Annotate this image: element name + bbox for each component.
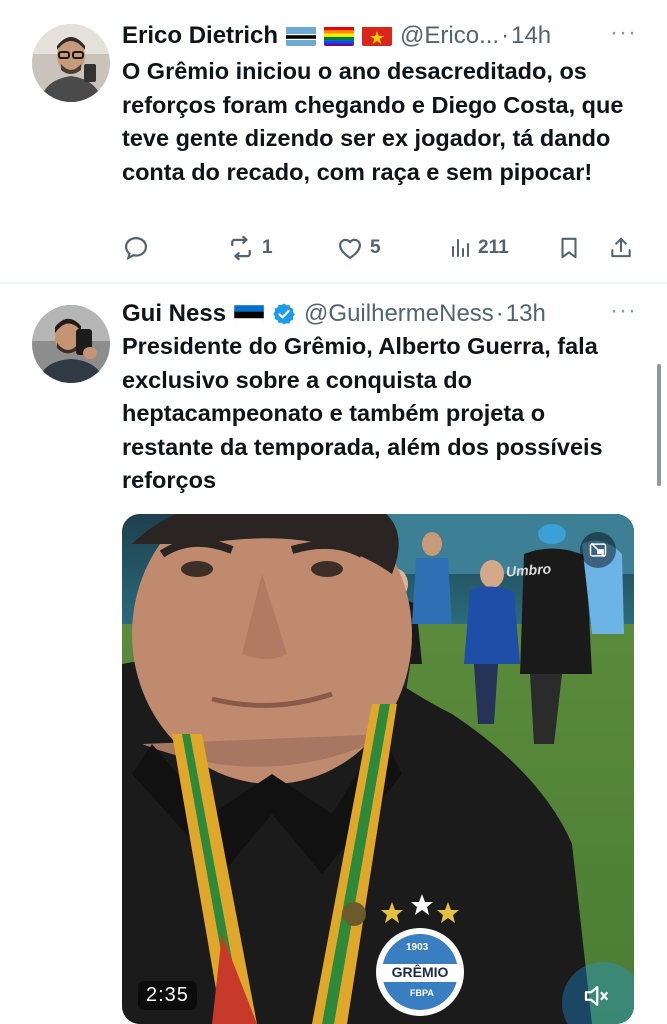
action-bar: 1 5 211 bbox=[122, 228, 637, 268]
tweet-1[interactable]: Erico Dietrich @Erico... · 14h ··· O Grê… bbox=[0, 0, 667, 282]
video-player[interactable]: Umbro 1903 GRÊMIO FBPA 2:35 bbox=[122, 514, 634, 1024]
share-button[interactable] bbox=[608, 228, 634, 268]
views-chart-icon bbox=[452, 239, 469, 257]
more-options-icon[interactable]: ··· bbox=[610, 19, 637, 47]
reply-icon bbox=[124, 236, 148, 261]
pip-button[interactable] bbox=[580, 532, 616, 568]
speaker-muted-icon bbox=[584, 986, 609, 1006]
bookmark-icon bbox=[561, 237, 577, 259]
reply-button[interactable] bbox=[122, 228, 156, 268]
estonia-flag-icon bbox=[234, 304, 265, 324]
retweet-icon bbox=[231, 235, 251, 261]
scrollbar[interactable] bbox=[657, 364, 661, 486]
shirt-text: Umbro bbox=[505, 560, 552, 580]
rainbow-flag-icon bbox=[324, 26, 355, 46]
heart-icon bbox=[338, 238, 362, 260]
tweet-2[interactable]: Gui Ness @GuilhermeNess · 13h ··· Presid… bbox=[0, 284, 667, 1024]
badge-text: GRÊMIO bbox=[391, 964, 449, 980]
verified-badge-icon bbox=[272, 302, 296, 326]
like-count: 5 bbox=[370, 237, 381, 258]
badge-subtext: FBPA bbox=[410, 988, 434, 998]
author-handle[interactable]: @Erico... bbox=[400, 22, 499, 50]
video-frame bbox=[122, 514, 634, 1024]
bookmark-button[interactable] bbox=[556, 228, 582, 268]
share-icon bbox=[611, 237, 631, 258]
like-button[interactable]: 5 bbox=[336, 228, 381, 268]
views-button[interactable]: 211 bbox=[448, 228, 509, 268]
badge-year: 1903 bbox=[406, 942, 429, 953]
tweet-text: Presidente do Grêmio, Alberto Guerra, fa… bbox=[122, 333, 603, 493]
author-name[interactable]: Erico Dietrich bbox=[122, 22, 278, 50]
tweet-header: Erico Dietrich @Erico... · 14h ··· bbox=[122, 19, 637, 53]
retweet-count: 1 bbox=[262, 237, 273, 258]
author-name[interactable]: Gui Ness bbox=[122, 300, 226, 328]
tweet-text: O Grêmio iniciou o ano desacreditado, os… bbox=[122, 58, 624, 185]
video-duration: 2:35 bbox=[138, 981, 197, 1010]
views-count: 211 bbox=[478, 237, 509, 258]
avatar[interactable] bbox=[32, 24, 110, 102]
separator-dot: · bbox=[501, 22, 510, 49]
more-options-icon[interactable]: ··· bbox=[610, 297, 637, 325]
author-handle[interactable]: @GuilhermeNess bbox=[304, 300, 494, 328]
retweet-button[interactable]: 1 bbox=[226, 228, 273, 268]
timestamp[interactable]: 13h bbox=[506, 300, 546, 328]
tweet-header: Gui Ness @GuilhermeNess · 13h ··· bbox=[122, 297, 637, 331]
timestamp[interactable]: 14h bbox=[511, 22, 551, 50]
separator-dot: · bbox=[495, 300, 504, 327]
avatar[interactable] bbox=[32, 305, 110, 383]
botswana-flag-icon bbox=[286, 26, 317, 46]
vietnam-flag-icon bbox=[362, 26, 393, 46]
picture-in-picture-icon bbox=[589, 542, 607, 558]
